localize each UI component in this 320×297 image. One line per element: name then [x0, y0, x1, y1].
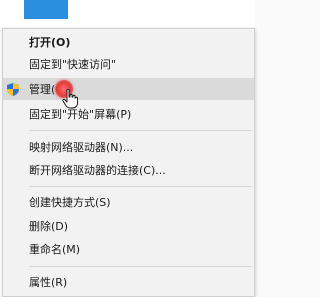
- menu-item-label: 创建快捷方式(S): [29, 196, 111, 209]
- menu-item-label: 重命名(M): [29, 243, 81, 256]
- menu-item-pin-quick-access[interactable]: 固定到"快速访问": [3, 53, 254, 75]
- menu-item-pin-start[interactable]: 固定到"开始"屏幕(P): [3, 103, 254, 125]
- context-menu: 打开(O) 固定到"快速访问" 管理(G) 固定到"开始"屏幕(P) 映射网络驱…: [2, 28, 255, 297]
- menu-item-create-shortcut[interactable]: 创建快捷方式(S): [3, 191, 254, 213]
- menu-item-properties[interactable]: 属性(R): [3, 271, 254, 293]
- menu-item-disconnect-network-drive[interactable]: 断开网络驱动器的连接(C)...: [3, 159, 254, 181]
- desktop-icon-partial[interactable]: [24, 0, 68, 19]
- menu-item-label: 打开(O): [29, 36, 71, 49]
- menu-separator: [29, 130, 252, 131]
- hand-cursor-icon: [62, 89, 78, 109]
- menu-item-label: 删除(D): [29, 220, 69, 233]
- menu-item-label: 固定到"开始"屏幕(P): [29, 108, 132, 121]
- menu-item-label: 映射网络驱动器(N)...: [29, 141, 134, 154]
- menu-item-delete[interactable]: 删除(D): [3, 215, 254, 237]
- menu-item-label: 固定到"快速访问": [29, 58, 117, 71]
- menu-item-rename[interactable]: 重命名(M): [3, 238, 254, 260]
- uac-shield-icon: [7, 83, 19, 96]
- menu-item-map-network-drive[interactable]: 映射网络驱动器(N)...: [3, 136, 254, 158]
- menu-separator: [29, 186, 252, 187]
- menu-item-label: 断开网络驱动器的连接(C)...: [29, 164, 166, 177]
- menu-item-manage[interactable]: 管理(G): [3, 78, 254, 100]
- menu-item-open[interactable]: 打开(O): [3, 31, 254, 53]
- menu-separator: [29, 266, 252, 267]
- menu-item-label: 属性(R): [29, 276, 68, 289]
